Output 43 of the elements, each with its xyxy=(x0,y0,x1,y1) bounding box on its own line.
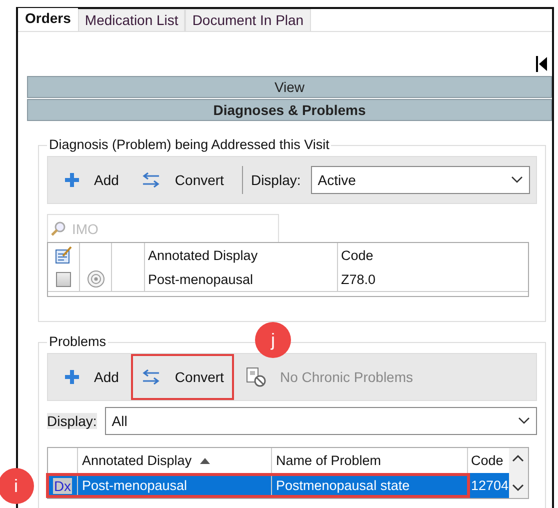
add-button[interactable]: Add xyxy=(54,157,129,203)
tab[interactable]: Document In Plan xyxy=(185,9,311,31)
target-icon[interactable] xyxy=(86,270,104,288)
sort-up-icon xyxy=(200,458,210,464)
group-title: Problems xyxy=(47,334,108,349)
search-icon xyxy=(50,220,66,236)
column-header[interactable]: Name of Problem xyxy=(272,448,468,473)
chevron-down-icon xyxy=(511,176,523,184)
display-label: Display: xyxy=(47,413,97,429)
convert-button[interactable]: Convert xyxy=(130,354,234,400)
row-type-tag: Dx xyxy=(52,478,72,494)
table-cell: Post-menopausal xyxy=(145,267,338,291)
tab[interactable]: Medication List xyxy=(78,9,186,31)
column-header[interactable]: Annotated Display xyxy=(145,243,338,267)
edit-note-icon[interactable] xyxy=(54,246,72,264)
group-title: Diagnosis (Problem) being Addressed this Visit xyxy=(47,137,332,152)
column-header[interactable]: Code xyxy=(468,448,509,473)
collapse-icon[interactable] xyxy=(536,56,548,72)
callout-marker: i xyxy=(0,468,34,504)
scroll-down-icon[interactable] xyxy=(512,484,524,492)
column-header[interactable]: Code xyxy=(338,243,528,267)
table-cell: 12704 xyxy=(468,473,509,498)
view-header[interactable]: View xyxy=(27,76,552,98)
table-row[interactable]: Dx Post-menopausal Postmenopausal state 12704 xyxy=(48,473,509,498)
document-blocked-icon xyxy=(246,367,266,387)
table-cell-text: Z78.0 xyxy=(340,270,377,288)
plus-icon xyxy=(64,172,80,188)
convert-button[interactable]: Convert xyxy=(130,157,234,203)
chevron-down-icon xyxy=(518,417,530,425)
display-dropdown[interactable]: All xyxy=(104,407,537,435)
search-field[interactable]: IMO xyxy=(47,214,279,242)
search-input[interactable]: IMO xyxy=(70,220,254,238)
swap-arrows-icon xyxy=(140,369,161,385)
checkbox[interactable] xyxy=(56,272,71,286)
swap-arrows-icon xyxy=(140,172,161,188)
section-header: Diagnoses & Problems xyxy=(27,99,552,121)
scrollbar[interactable] xyxy=(508,448,528,498)
plus-icon xyxy=(64,369,80,385)
display-label: Display: xyxy=(250,172,301,188)
display-dropdown[interactable]: Active xyxy=(310,166,530,194)
scroll-up-icon[interactable] xyxy=(512,454,524,462)
column-header[interactable]: Annotated Display xyxy=(78,448,272,473)
add-button[interactable]: Add xyxy=(54,354,129,400)
